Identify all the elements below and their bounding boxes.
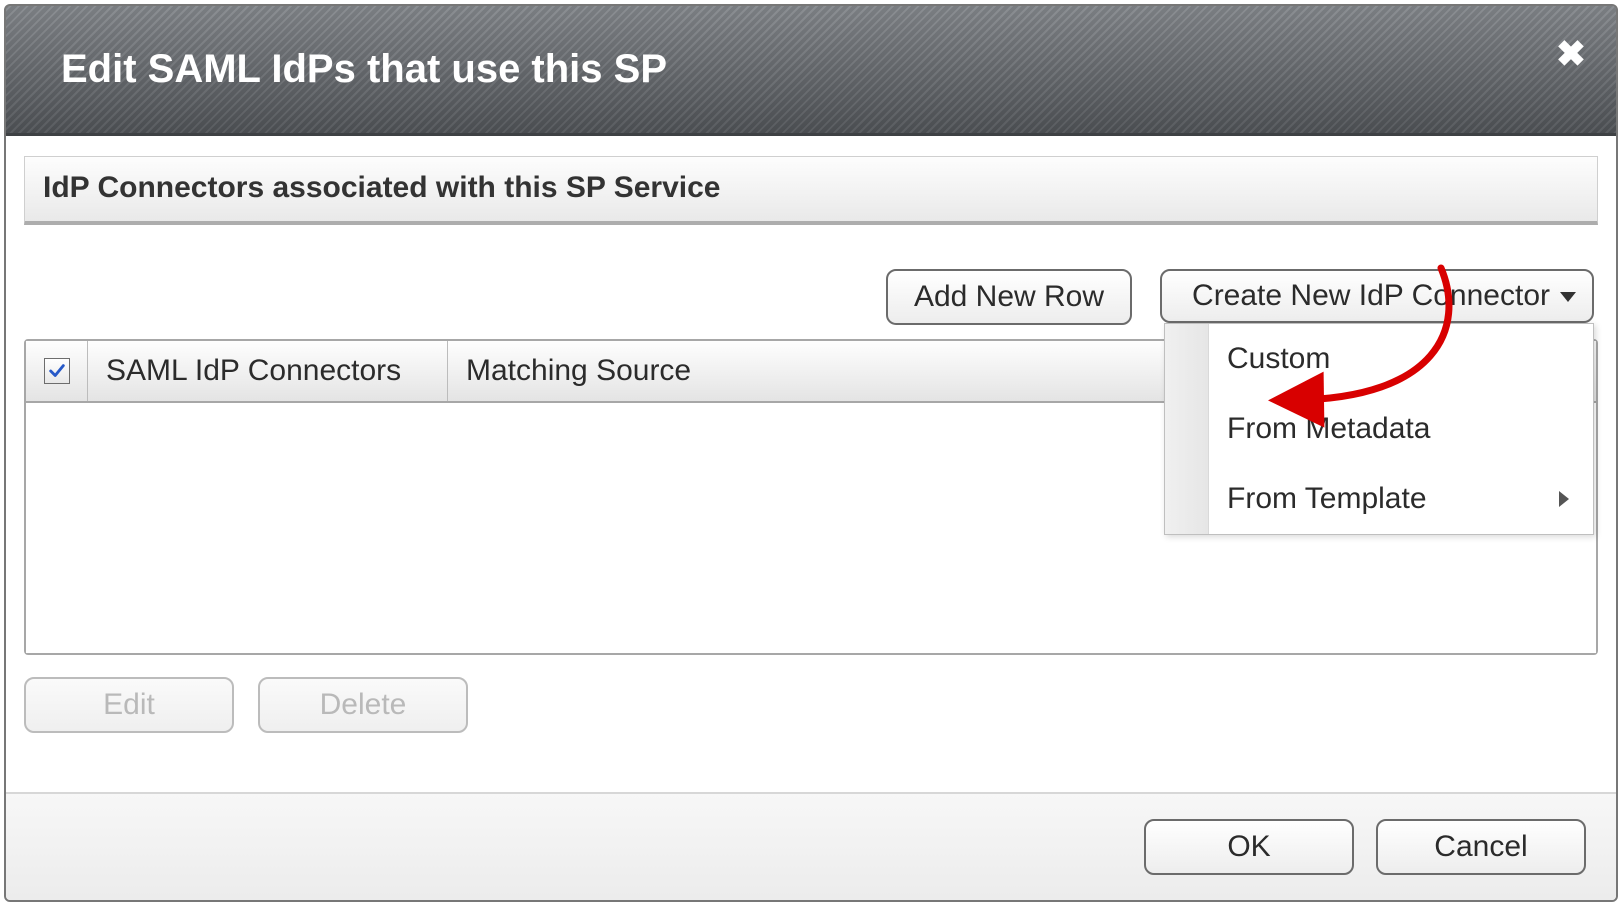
create-new-idp-connector-label: Create New IdP Connector bbox=[1192, 279, 1550, 313]
column-header-saml-idp-connectors[interactable]: SAML IdP Connectors bbox=[88, 341, 448, 401]
submenu-arrow-icon bbox=[1559, 491, 1569, 507]
ok-button[interactable]: OK bbox=[1144, 819, 1354, 875]
menu-item-from-template[interactable]: From Template bbox=[1165, 464, 1593, 534]
chevron-down-icon bbox=[1560, 292, 1576, 302]
delete-button[interactable]: Delete bbox=[258, 677, 468, 733]
dialog-header: Edit SAML IdPs that use this SP ✖ bbox=[6, 6, 1616, 136]
select-all-header bbox=[26, 341, 88, 401]
dialog-body: IdP Connectors associated with this SP S… bbox=[6, 136, 1616, 792]
menu-item-label: From Template bbox=[1227, 482, 1427, 516]
dialog: Edit SAML IdPs that use this SP ✖ IdP Co… bbox=[4, 4, 1618, 902]
menu-item-custom[interactable]: Custom bbox=[1165, 324, 1593, 394]
toolbar: Add New Row Create New IdP Connector Cus… bbox=[24, 269, 1598, 325]
table-actions: Edit Delete bbox=[24, 677, 1598, 733]
checkmark-icon bbox=[48, 362, 66, 380]
create-idp-dropdown-menu: Custom From Metadata From Template bbox=[1164, 323, 1594, 535]
create-new-idp-connector-button[interactable]: Create New IdP Connector bbox=[1160, 269, 1594, 323]
add-new-row-button[interactable]: Add New Row bbox=[886, 269, 1132, 325]
dialog-footer: OK Cancel bbox=[6, 792, 1616, 900]
select-all-checkbox[interactable] bbox=[44, 358, 70, 384]
create-idp-dropdown-wrap: Create New IdP Connector Custom From Met… bbox=[1160, 269, 1594, 325]
menu-item-label: From Metadata bbox=[1227, 412, 1430, 446]
cancel-button[interactable]: Cancel bbox=[1376, 819, 1586, 875]
section-header: IdP Connectors associated with this SP S… bbox=[24, 156, 1598, 225]
close-icon[interactable]: ✖ bbox=[1556, 36, 1586, 72]
menu-item-from-metadata[interactable]: From Metadata bbox=[1165, 394, 1593, 464]
menu-item-label: Custom bbox=[1227, 342, 1330, 376]
edit-button[interactable]: Edit bbox=[24, 677, 234, 733]
dialog-title: Edit SAML IdPs that use this SP bbox=[6, 47, 667, 92]
